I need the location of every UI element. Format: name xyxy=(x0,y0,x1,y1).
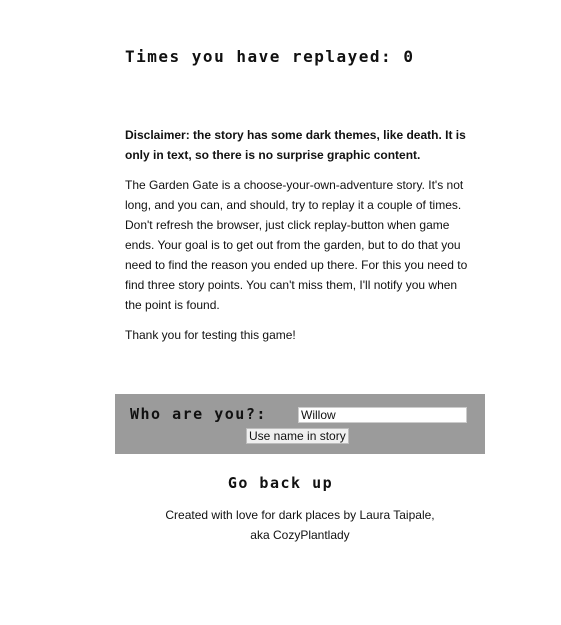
go-back-up-link[interactable]: Go back up xyxy=(0,474,561,492)
replay-counter: Times you have replayed: 0 xyxy=(125,47,415,66)
name-input[interactable] xyxy=(298,407,467,423)
name-form: Who are you?: Use name in story xyxy=(115,394,485,454)
intro-section: Disclaimer: the story has some dark them… xyxy=(125,125,470,355)
use-name-button[interactable]: Use name in story xyxy=(246,428,349,444)
story-description: The Garden Gate is a choose-your-own-adv… xyxy=(125,178,468,312)
name-label: Who are you?: xyxy=(130,405,267,423)
thanks-text: Thank you for testing this game! xyxy=(125,328,296,342)
credit-line-2: aka CozyPlantlady xyxy=(250,528,350,542)
credits: Created with love for dark places by Lau… xyxy=(0,505,561,545)
disclaimer-text: Disclaimer: the story has some dark them… xyxy=(125,128,466,162)
credit-line-1: Created with love for dark places by Lau… xyxy=(165,508,435,522)
